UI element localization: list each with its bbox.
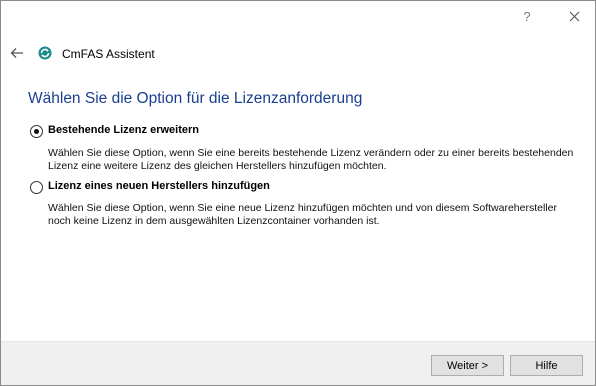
description-line: Lizenz eine weitere Lizenz des gleichen … (48, 160, 387, 172)
cmfas-logo-icon (38, 46, 52, 60)
help-title-button[interactable]: ? (512, 4, 542, 28)
page-title: Wählen Sie die Option für die Lizenzanfo… (28, 90, 363, 107)
wizard-header: CmFAS Assistent (1, 39, 595, 67)
radio-extend-license[interactable] (30, 125, 43, 138)
option-extend-license-description: Wählen Sie diese Option, wenn Sie eine b… (48, 147, 588, 173)
app-title: CmFAS Assistent (62, 47, 155, 61)
option-new-vendor-description: Wählen Sie diese Option, wenn Sie eine n… (48, 202, 588, 228)
wizard-footer: Weiter > Hilfe (1, 341, 595, 385)
title-bar: ? (1, 1, 595, 31)
help-button[interactable]: Hilfe (510, 355, 583, 376)
option-new-vendor-label[interactable]: Lizenz eines neuen Herstellers hinzufüge… (48, 180, 270, 192)
back-arrow-icon (10, 48, 23, 58)
license-wizard-window: ? CmFAS Assistent Wählen Sie die Option … (0, 0, 596, 386)
description-line: Wählen Sie diese Option, wenn Sie eine n… (48, 202, 557, 214)
radio-new-vendor[interactable] (30, 181, 43, 194)
close-icon (569, 11, 579, 21)
next-button[interactable]: Weiter > (431, 355, 504, 376)
description-line: noch keine Lizenz in dem ausgewählten Li… (48, 215, 380, 227)
back-button[interactable] (7, 43, 27, 63)
description-line: Wählen Sie diese Option, wenn Sie eine b… (48, 147, 574, 159)
option-extend-license-label[interactable]: Bestehende Lizenz erweitern (48, 124, 199, 136)
close-button[interactable] (559, 4, 589, 28)
